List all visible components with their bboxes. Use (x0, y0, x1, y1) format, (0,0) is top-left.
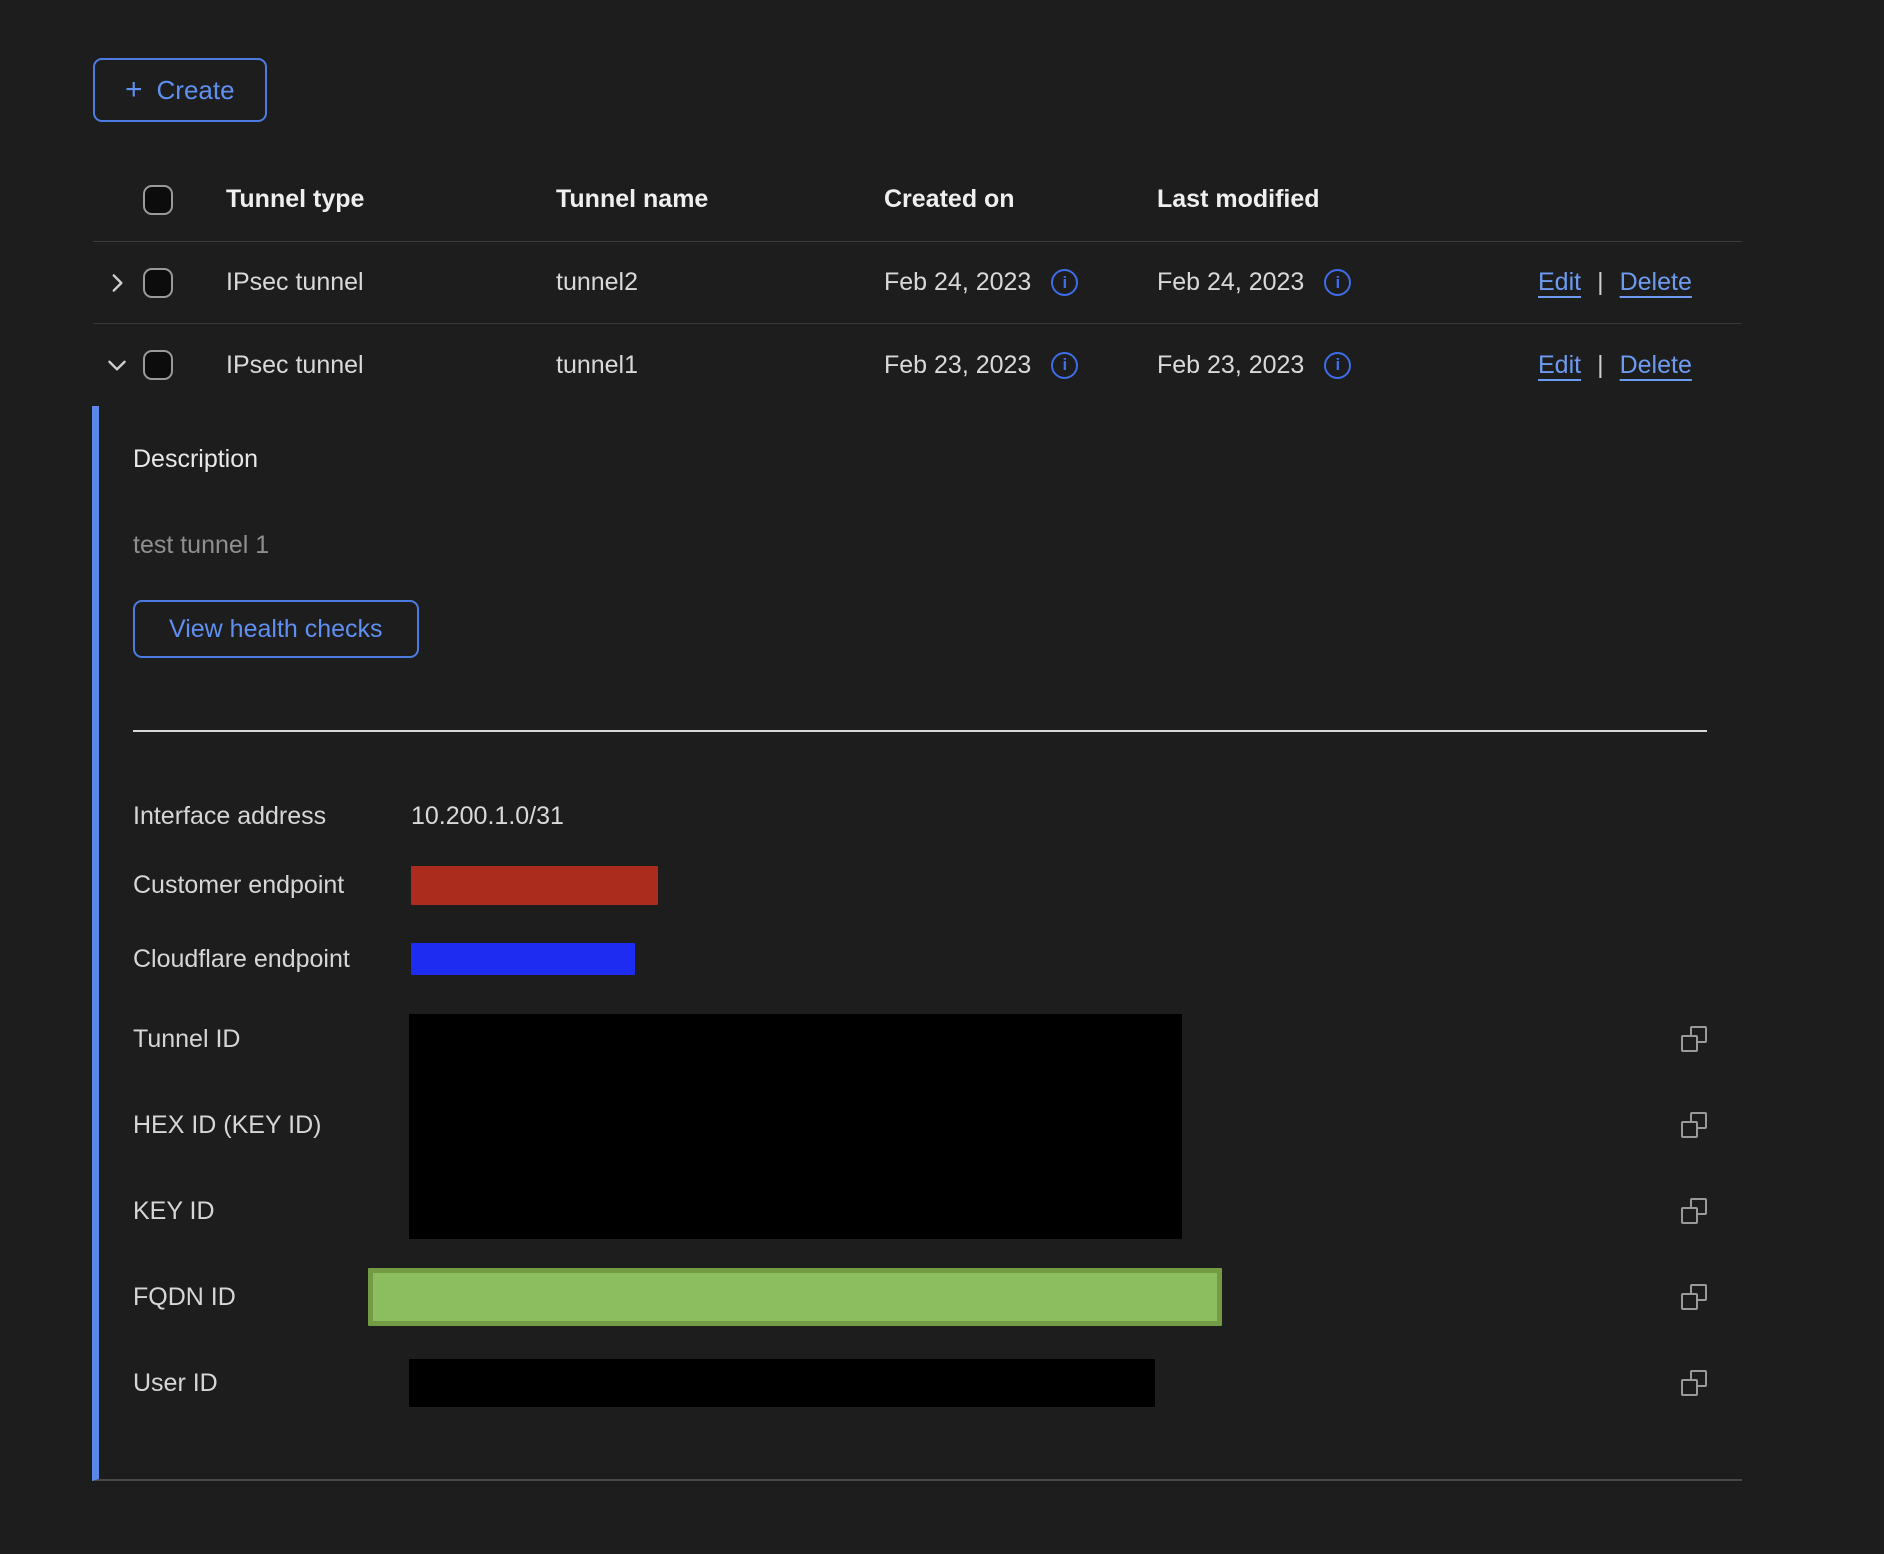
copy-icon[interactable] (1681, 1026, 1707, 1052)
description-value: test tunnel 1 (133, 530, 1742, 560)
tunnel-type-cell: IPsec tunnel (226, 268, 556, 297)
header-tunnel-type: Tunnel type (226, 185, 556, 214)
copy-icon[interactable] (1681, 1198, 1707, 1224)
info-icon[interactable]: i (1324, 352, 1351, 379)
field-label: KEY ID (133, 1197, 411, 1226)
created-on-value: Feb 23, 2023 (884, 351, 1031, 380)
edit-link[interactable]: Edit (1538, 351, 1581, 380)
delete-link[interactable]: Delete (1620, 268, 1692, 297)
field-label: Cloudflare endpoint (133, 945, 411, 974)
plus-icon: + (125, 73, 143, 107)
tunnel-name-cell: tunnel2 (556, 268, 884, 297)
created-on-value: Feb 24, 2023 (884, 268, 1031, 297)
tunnels-page: + Create Tunnel type Tunnel name Created… (0, 0, 1884, 1554)
tunnel-name-cell: tunnel1 (556, 351, 884, 380)
info-icon[interactable]: i (1324, 269, 1351, 296)
table-header-row: Tunnel type Tunnel name Created on Last … (93, 158, 1742, 242)
row-checkbox[interactable] (143, 350, 173, 380)
cloudflare-endpoint-redaction (411, 943, 635, 975)
table-row: IPsec tunnel tunnel2 Feb 24, 2023 i Feb … (93, 242, 1742, 324)
tunnels-table: Tunnel type Tunnel name Created on Last … (93, 158, 1742, 1481)
field-label: Tunnel ID (133, 1025, 411, 1054)
tunnel-fields: Interface address 10.200.1.0/31 Customer… (133, 784, 1707, 1426)
field-label: Interface address (133, 802, 411, 831)
field-user-id: User ID (133, 1340, 1707, 1426)
section-divider (133, 730, 1707, 732)
last-modified-value: Feb 23, 2023 (1157, 351, 1304, 380)
field-label: Customer endpoint (133, 871, 411, 900)
field-customer-endpoint: Customer endpoint (133, 848, 1707, 922)
customer-endpoint-redaction (411, 866, 658, 905)
tunnel-type-cell: IPsec tunnel (226, 351, 556, 380)
field-label: HEX ID (KEY ID) (133, 1111, 411, 1140)
actions-separator: | (1597, 351, 1604, 380)
field-fqdn-id: FQDN ID (133, 1254, 1707, 1340)
select-all-checkbox[interactable] (143, 185, 173, 215)
info-icon[interactable]: i (1051, 269, 1078, 296)
create-button-label: Create (157, 75, 235, 106)
id-values-redaction (409, 1014, 1182, 1239)
edit-link[interactable]: Edit (1538, 268, 1581, 297)
description-label: Description (133, 444, 1742, 474)
row-checkbox[interactable] (143, 268, 173, 298)
copy-icon[interactable] (1681, 1284, 1707, 1310)
create-button[interactable]: + Create (93, 58, 267, 122)
header-created-on: Created on (884, 185, 1157, 214)
last-modified-value: Feb 24, 2023 (1157, 268, 1304, 297)
header-last-modified: Last modified (1157, 185, 1538, 214)
view-health-checks-button[interactable]: View health checks (133, 600, 419, 658)
interface-address-value: 10.200.1.0/31 (411, 802, 1667, 831)
copy-icon[interactable] (1681, 1370, 1707, 1396)
fqdn-id-redaction (368, 1268, 1222, 1326)
field-cloudflare-endpoint: Cloudflare endpoint (133, 922, 1707, 996)
chevron-right-icon[interactable] (104, 270, 130, 296)
actions-separator: | (1597, 268, 1604, 297)
user-id-redaction (409, 1359, 1155, 1407)
delete-link[interactable]: Delete (1620, 351, 1692, 380)
chevron-down-icon[interactable] (104, 352, 130, 378)
field-label: User ID (133, 1369, 411, 1398)
table-row: IPsec tunnel tunnel1 Feb 23, 2023 i Feb … (93, 324, 1742, 406)
copy-icon[interactable] (1681, 1112, 1707, 1138)
info-icon[interactable]: i (1051, 352, 1078, 379)
field-interface-address: Interface address 10.200.1.0/31 (133, 784, 1707, 848)
tunnel-detail-panel: Description test tunnel 1 View health ch… (92, 406, 1742, 1481)
header-tunnel-name: Tunnel name (556, 185, 884, 214)
